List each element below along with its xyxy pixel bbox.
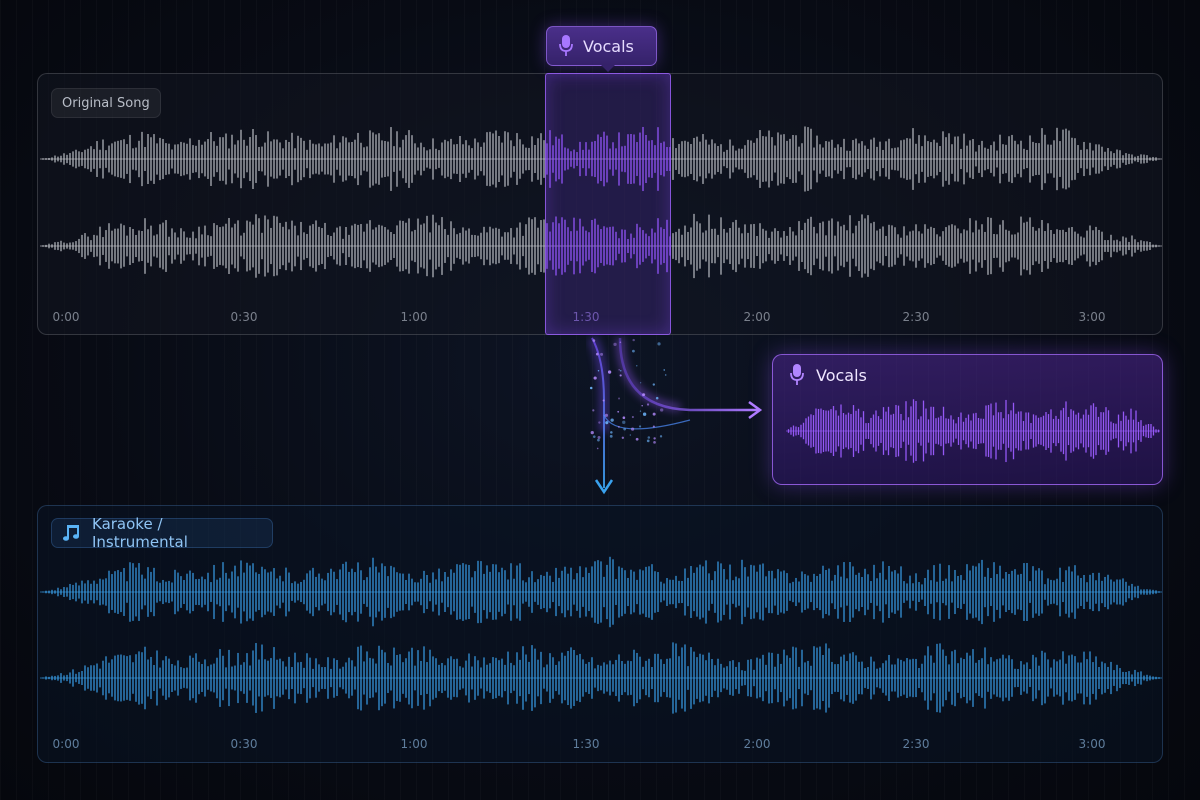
waveform-bars xyxy=(40,642,1162,714)
karaoke-timestamp: 2:00 xyxy=(743,737,771,751)
karaoke-waveform-right[interactable] xyxy=(40,640,1162,716)
vocals-output-waveform[interactable] xyxy=(786,395,1160,467)
karaoke-label: Karaoke / Instrumental xyxy=(92,515,188,551)
karaoke-waveform-left[interactable] xyxy=(40,554,1162,630)
karaoke-timestamp: 0:00 xyxy=(52,737,80,751)
karaoke-timestamp: 0:30 xyxy=(230,737,258,751)
karaoke-timestamp: 3:00 xyxy=(1078,737,1106,751)
vocals-output-label: Vocals xyxy=(816,365,867,385)
waveform-bars xyxy=(786,399,1160,463)
karaoke-timestamp: 2:30 xyxy=(902,737,930,751)
microphone-icon xyxy=(790,364,804,386)
karaoke-timestamp: 1:00 xyxy=(400,737,428,751)
karaoke-label-chip: Karaoke / Instrumental xyxy=(51,515,273,551)
waveform-bars xyxy=(40,556,1162,628)
vocals-output-header: Vocals xyxy=(790,362,867,388)
karaoke-timestamp: 1:30 xyxy=(572,737,600,751)
music-note-icon xyxy=(62,523,82,543)
